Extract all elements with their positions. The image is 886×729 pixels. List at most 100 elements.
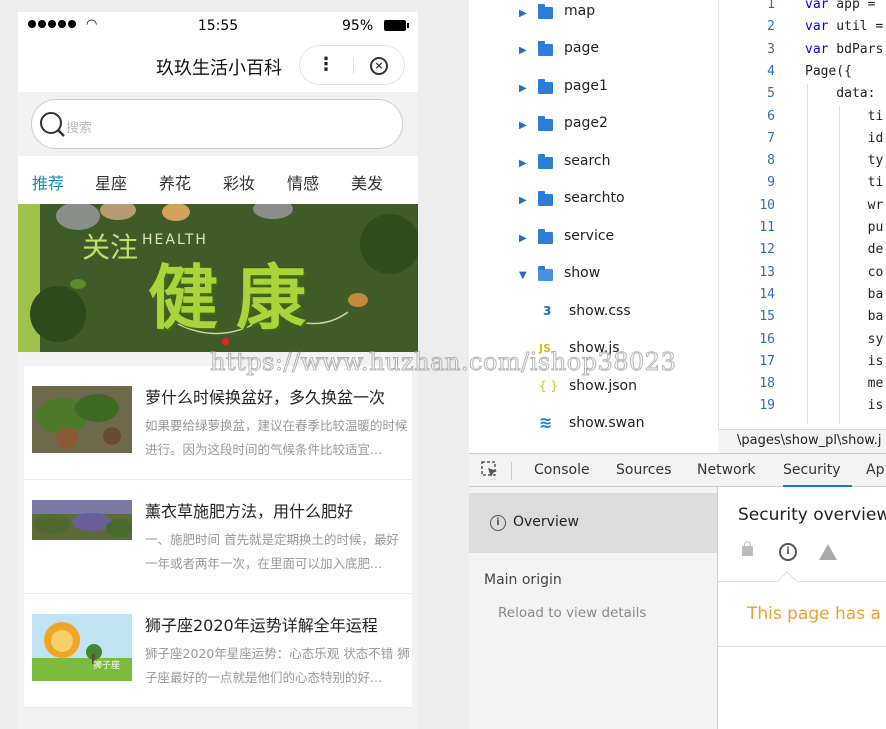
folder-show[interactable]: ▼ show bbox=[469, 265, 718, 302]
code-line[interactable]: 9 ti bbox=[719, 175, 886, 197]
code-line[interactable]: 19 is bbox=[719, 398, 886, 420]
folder-service[interactable]: ▶ service bbox=[469, 228, 718, 265]
code-line[interactable]: 10 wr bbox=[719, 198, 886, 220]
file-show-swan[interactable]: ≋ show.swan bbox=[469, 413, 718, 452]
code-rest: co bbox=[805, 264, 884, 280]
code-rest: wr bbox=[805, 197, 884, 213]
line-number: 3 bbox=[767, 41, 775, 57]
code-line[interactable]: 4 Page({ bbox=[719, 64, 886, 86]
chevron-down-icon[interactable]: ▼ bbox=[519, 270, 527, 281]
code-text: wr bbox=[805, 197, 884, 213]
folder-page2[interactable]: ▶ page2 bbox=[469, 115, 718, 152]
security-overview-title: Security overview bbox=[738, 505, 886, 525]
line-number: 18 bbox=[759, 376, 775, 392]
code-line[interactable]: 5 data: bbox=[719, 86, 886, 108]
banner-text-health: 健康 bbox=[148, 256, 324, 339]
code-rest: de bbox=[805, 242, 884, 258]
code-text: ty bbox=[805, 153, 884, 168]
line-number: 14 bbox=[759, 286, 775, 302]
article-thumbnail bbox=[32, 500, 132, 540]
code-line[interactable]: 16 sy bbox=[719, 332, 886, 354]
folder-label: searchto bbox=[564, 190, 625, 206]
code-editor[interactable]: 1 var app = 2 var util = 3 var bdPars 4 Page({5… bbox=[718, 0, 886, 429]
code-line[interactable]: 17 is bbox=[719, 354, 886, 376]
folder-page1[interactable]: ▶ page1 bbox=[469, 78, 718, 115]
folder-icon bbox=[538, 116, 553, 131]
chevron-right-icon[interactable]: ▶ bbox=[519, 8, 527, 19]
folder-icon bbox=[538, 229, 553, 244]
code-line[interactable]: 11 pu bbox=[719, 220, 886, 242]
warning-icon bbox=[819, 544, 837, 560]
tab-makeup[interactable]: 彩妆 bbox=[223, 170, 255, 194]
tab-application[interactable]: Ap bbox=[866, 462, 884, 478]
line-number: 5 bbox=[767, 86, 775, 102]
more-icon[interactable]: ⋮ bbox=[316, 54, 336, 75]
banner-carousel[interactable]: 关注 HEALTH 健康 bbox=[18, 204, 418, 352]
tab-emotion[interactable]: 情感 bbox=[287, 170, 319, 194]
info-icon: i bbox=[779, 543, 797, 561]
chevron-right-icon[interactable]: ▶ bbox=[519, 83, 527, 94]
folder-searchto[interactable]: ▶ searchto bbox=[469, 190, 718, 227]
code-line[interactable]: 2 var util = bbox=[719, 19, 886, 41]
chevron-right-icon[interactable]: ▶ bbox=[519, 195, 527, 206]
folder-icon bbox=[538, 79, 553, 94]
folder-icon bbox=[538, 154, 553, 169]
code-line[interactable]: 3 var bdPars bbox=[719, 42, 886, 64]
code-line[interactable]: 6 ti bbox=[719, 109, 886, 131]
tab-hair[interactable]: 美发 bbox=[351, 170, 383, 194]
code-rest: ba bbox=[805, 286, 884, 302]
code-rest: is bbox=[805, 398, 884, 414]
chevron-right-icon[interactable]: ▶ bbox=[519, 45, 527, 56]
code-line[interactable]: 18 me bbox=[719, 376, 886, 398]
menu-capsule: ⋮ × bbox=[299, 45, 405, 85]
chevron-right-icon[interactable]: ▶ bbox=[519, 120, 527, 131]
tab-security[interactable]: Security bbox=[783, 462, 852, 488]
main-origin-heading: Main origin bbox=[484, 572, 562, 588]
list-item[interactable]: 萝什么时候换盆好，多久换盆一次 如果要给绿萝换盆，建议在春季比较温暖的时候进行。… bbox=[24, 366, 412, 480]
tab-console[interactable]: Console bbox=[534, 462, 590, 478]
code-line[interactable]: 13 co bbox=[719, 265, 886, 287]
battery-percent: 95% bbox=[342, 18, 374, 34]
tab-constellation[interactable]: 星座 bbox=[95, 170, 127, 194]
tab-flowers[interactable]: 养花 bbox=[159, 170, 191, 194]
code-text: ba bbox=[805, 286, 884, 302]
code-text: ti bbox=[805, 175, 884, 191]
folder-label: page bbox=[564, 40, 599, 56]
code-text: ti bbox=[805, 109, 884, 124]
code-line[interactable]: 14 ba bbox=[719, 287, 886, 309]
code-rest: sy bbox=[805, 331, 884, 347]
code-line[interactable]: 7 id bbox=[719, 131, 886, 153]
line-number: 12 bbox=[759, 242, 775, 258]
code-text: id bbox=[805, 131, 884, 146]
carousel-indicator[interactable] bbox=[222, 338, 229, 345]
line-number: 9 bbox=[767, 175, 775, 191]
code-rest: ti bbox=[805, 175, 884, 191]
folder-page[interactable]: ▶ page bbox=[469, 40, 718, 77]
line-number: 13 bbox=[759, 264, 775, 280]
code-line[interactable]: 8 ty bbox=[719, 153, 886, 175]
tab-recommend[interactable]: 推荐 bbox=[32, 170, 64, 194]
file-show-css[interactable]: 3 show.css bbox=[469, 303, 718, 340]
folder-label: show bbox=[564, 265, 601, 281]
thumbnail-label: 狮子座 bbox=[93, 661, 121, 671]
inspect-element-icon[interactable] bbox=[481, 461, 499, 479]
list-item[interactable]: 狮子座 狮子座2020年运势详解全年运程 狮子座2020年星座运势：心态乐观 状… bbox=[24, 594, 412, 708]
list-item[interactable]: 薰衣草施肥方法，用什么肥好 一、施肥时间 首先就是定期换土的时候，最好一年或者两… bbox=[24, 480, 412, 594]
chevron-right-icon[interactable]: ▶ bbox=[519, 158, 527, 169]
nav-bar: 玖玖生活小百科 ⋮ × bbox=[18, 40, 418, 92]
folder-search[interactable]: ▶ search bbox=[469, 153, 718, 190]
chevron-right-icon[interactable]: ▶ bbox=[519, 233, 527, 244]
code-line[interactable]: 1 var app = bbox=[719, 0, 886, 19]
search-input[interactable]: 搜索 bbox=[31, 99, 403, 149]
folder-map[interactable]: ▶ map bbox=[469, 3, 718, 40]
security-sidebar: i Overview Main origin Reload to view de… bbox=[469, 487, 718, 729]
file-show-json[interactable]: { } show.json bbox=[469, 378, 718, 415]
overview-item[interactable]: i Overview bbox=[469, 493, 717, 553]
code-rest: me bbox=[805, 376, 884, 392]
tab-sources[interactable]: Sources bbox=[616, 462, 671, 478]
code-line[interactable]: 12 de bbox=[719, 242, 886, 264]
code-line[interactable]: 15 ba bbox=[719, 309, 886, 331]
article-title: 薰衣草施肥方法，用什么肥好 bbox=[145, 502, 354, 521]
tab-network[interactable]: Network bbox=[697, 462, 755, 478]
close-icon[interactable]: × bbox=[370, 57, 388, 75]
